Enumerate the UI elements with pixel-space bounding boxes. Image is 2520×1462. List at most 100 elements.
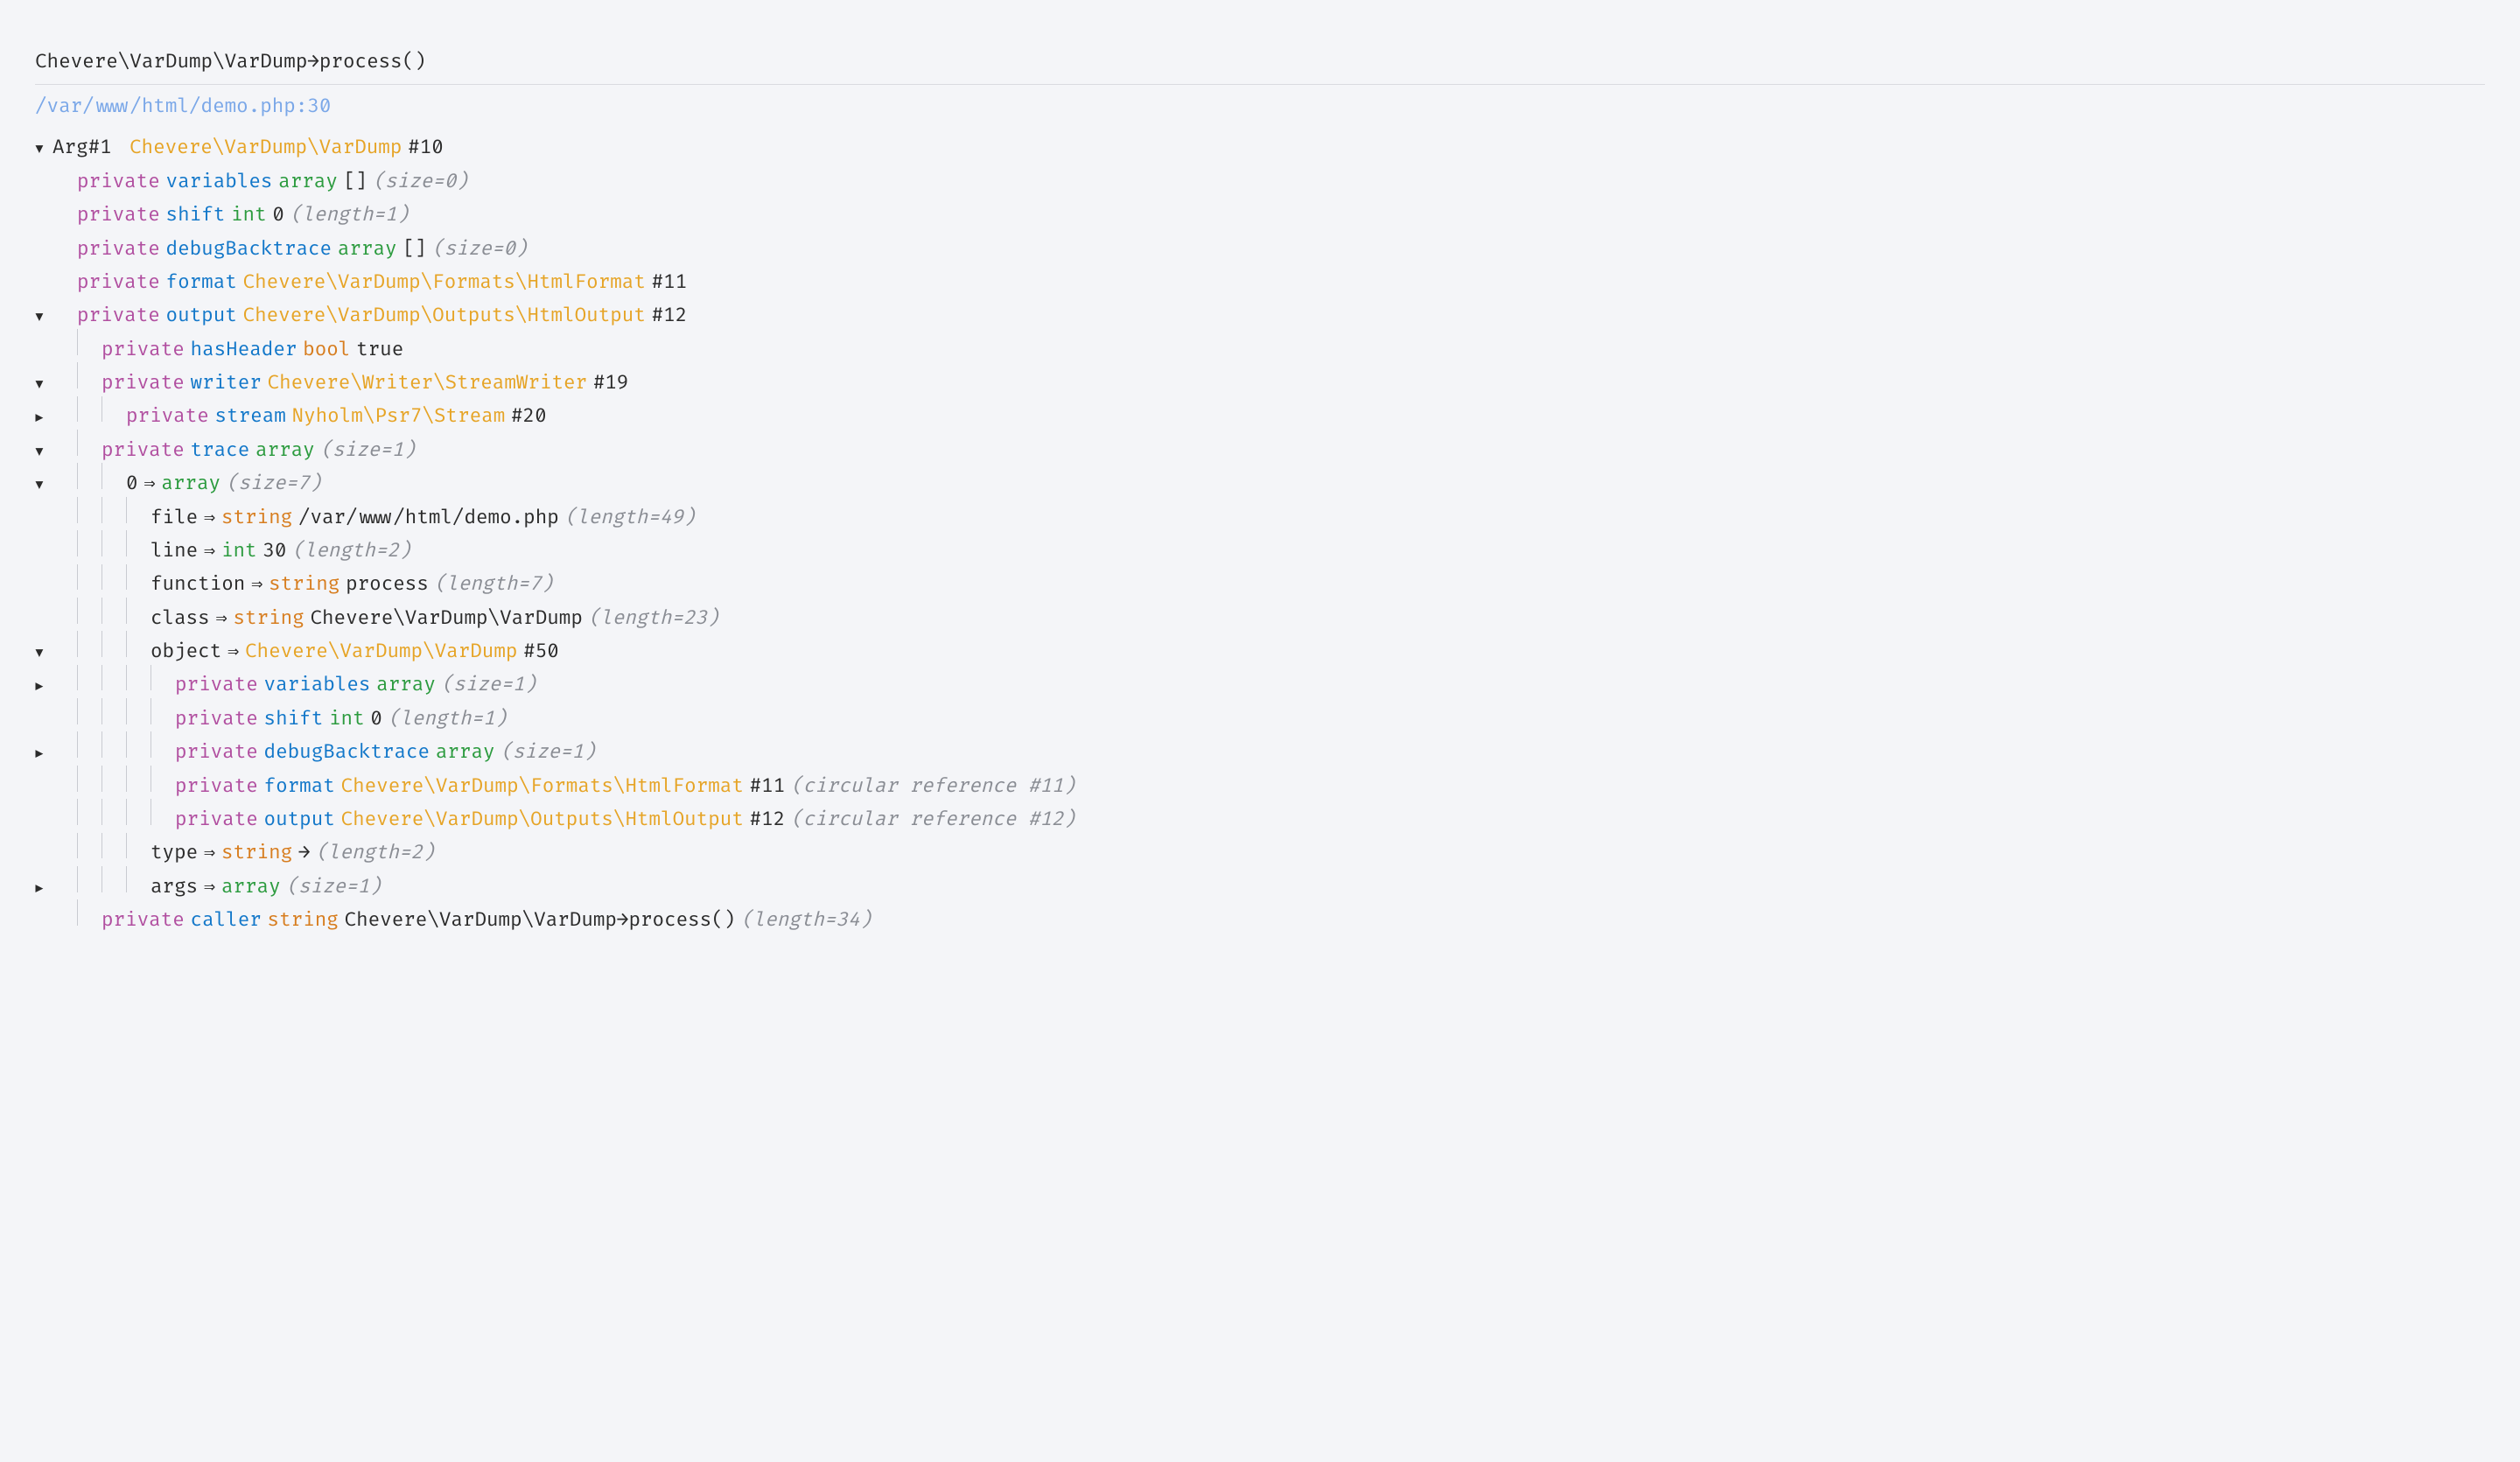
token: private: [175, 706, 258, 732]
dump-line: privateoutputChevere\VarDump\Outputs\Htm…: [35, 799, 2485, 832]
caret-down-icon[interactable]: ▼: [35, 140, 52, 159]
token: private: [77, 303, 160, 329]
dump-line: privateshiftint0(length=1): [35, 698, 2485, 731]
tree-indent: [77, 497, 102, 523]
tree-indent: [52, 362, 77, 388]
tree-indent: [77, 899, 102, 926]
token: caller: [191, 907, 262, 934]
token: #10: [408, 135, 444, 161]
dump-line: privateformatChevere\VarDump\Formats\Htm…: [35, 262, 2485, 295]
token: class: [150, 605, 210, 632]
dump-line: ▶privatestreamNyholm\Psr7\Stream#20: [35, 396, 2485, 430]
tree-indent: [52, 598, 77, 624]
tree-indent: [52, 296, 77, 322]
token: (length=49): [565, 505, 696, 531]
caret-down-icon[interactable]: ▼: [35, 476, 52, 495]
tree-indent: [102, 866, 126, 892]
line-content: privatehasHeaderbooltrue: [52, 329, 2485, 362]
token: Chevere\VarDump\VarDump: [245, 639, 517, 665]
token: ⇒: [144, 471, 155, 497]
tree-indent: [126, 564, 150, 591]
dump-line: privatevariablesarray[](size=0): [35, 161, 2485, 194]
tree-indent: [102, 731, 126, 758]
token: hasHeader: [191, 337, 298, 363]
token: array: [256, 437, 315, 464]
token: file: [150, 505, 198, 531]
tree-indent: [52, 430, 77, 456]
tree-indent: [52, 530, 77, 556]
token: shift: [166, 202, 226, 228]
token: 0: [272, 202, 284, 228]
tree-indent: [126, 731, 150, 758]
dump-line: ▼Arg#1 Chevere\VarDump\VarDump#10: [35, 135, 2485, 161]
line-content: class⇒stringChevere\VarDump\VarDump(leng…: [52, 598, 2485, 631]
dump-line: type⇒string→(length=2): [35, 833, 2485, 866]
tree-indent: [150, 698, 175, 724]
token: private: [77, 169, 160, 195]
dump-line: class⇒stringChevere\VarDump\VarDump(leng…: [35, 598, 2485, 631]
token: Chevere\VarDump\VarDump: [310, 605, 582, 632]
token: (size=0): [432, 236, 527, 262]
dump-line: privateformatChevere\VarDump\Formats\Htm…: [35, 766, 2485, 799]
caret-down-icon[interactable]: ▼: [35, 375, 52, 395]
line-content: 0⇒array(size=7): [52, 463, 2485, 496]
tree-indent: [52, 463, 77, 489]
line-content: privateformatChevere\VarDump\Formats\Htm…: [52, 766, 2485, 799]
tree-indent: [77, 833, 102, 859]
tree-indent: [77, 598, 102, 624]
tree-indent: [77, 766, 102, 792]
tree-indent: [126, 497, 150, 523]
tree-indent: [102, 631, 126, 657]
caret-right-icon[interactable]: ▶: [35, 409, 52, 428]
token: function: [150, 571, 245, 598]
dump-line: ▶privatevariablesarray(size=1): [35, 665, 2485, 698]
token: trace: [191, 437, 250, 464]
dump-line: ▼privateoutputChevere\VarDump\Outputs\Ht…: [35, 296, 2485, 329]
dump-line: ▼privatetracearray(size=1): [35, 430, 2485, 463]
token: private: [175, 739, 258, 766]
tree-indent: [52, 396, 77, 423]
token: (length=2): [316, 840, 434, 866]
tree-indent: [77, 396, 102, 423]
tree-indent: [102, 766, 126, 792]
token: (length=2): [292, 538, 410, 564]
tree-indent: [77, 530, 102, 556]
tree-indent: [102, 396, 126, 423]
caret-down-icon[interactable]: ▼: [35, 443, 52, 462]
tree-indent: [126, 631, 150, 657]
token: Chevere\VarDump\Outputs\HtmlOutput: [243, 303, 646, 329]
tree-indent: [102, 564, 126, 591]
token: (length=23): [589, 605, 719, 632]
token: (size=0): [373, 169, 467, 195]
caret-right-icon[interactable]: ▶: [35, 745, 52, 764]
token: stream: [215, 403, 286, 430]
tree-indent: [52, 833, 77, 859]
token: Chevere\Writer\StreamWriter: [268, 370, 588, 396]
token: private: [102, 370, 185, 396]
line-content: args⇒array(size=1): [52, 866, 2485, 899]
token: Nyholm\Psr7\Stream: [292, 403, 506, 430]
caret-right-icon[interactable]: ▶: [35, 879, 52, 899]
tree-indent: [52, 161, 77, 187]
token: []: [402, 236, 426, 262]
line-content: file⇒string/var/www/html/demo.php(length…: [52, 497, 2485, 530]
token: /var/www/html/demo.php: [298, 505, 559, 531]
tree-indent: [102, 665, 126, 691]
token: #19: [593, 370, 629, 396]
token: →: [298, 840, 311, 866]
token: line: [150, 538, 198, 564]
line-content: type⇒string→(length=2): [52, 833, 2485, 866]
token: (length=7): [435, 571, 553, 598]
caret-down-icon[interactable]: ▼: [35, 308, 52, 327]
token: args: [150, 874, 198, 900]
line-content: privateformatChevere\VarDump\Formats\Htm…: [52, 262, 2485, 295]
tree-indent: [52, 766, 77, 792]
token: debugBacktrace: [264, 739, 430, 766]
caret-down-icon[interactable]: ▼: [35, 644, 52, 663]
caret-right-icon[interactable]: ▶: [35, 677, 52, 696]
tree-indent: [77, 329, 102, 355]
token: #12: [750, 807, 786, 833]
token: string: [269, 571, 340, 598]
token: ⇒: [215, 605, 227, 632]
token: array: [161, 471, 220, 497]
